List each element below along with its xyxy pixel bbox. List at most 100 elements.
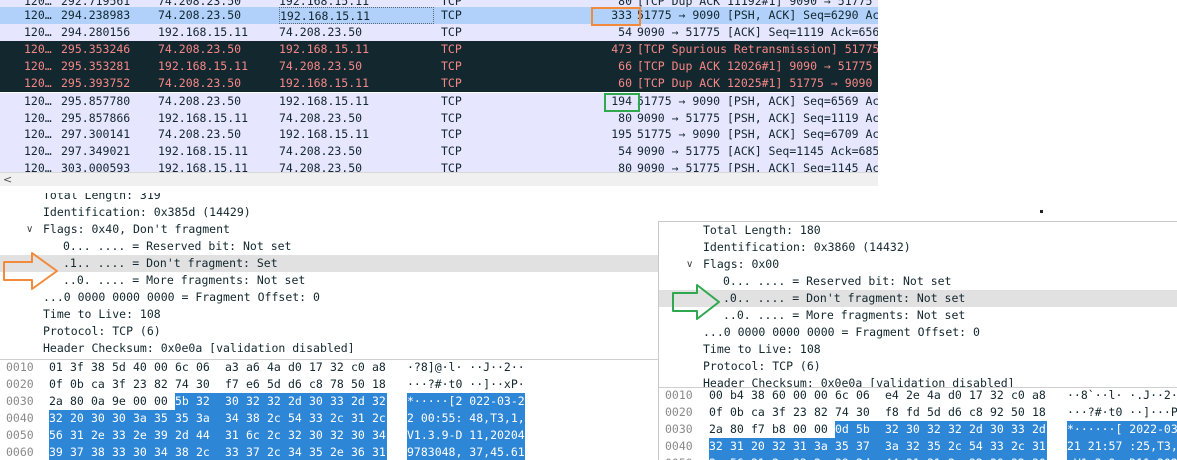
packet-row[interactable]: 120… 295.393752 74.208.23.50 192.168.15.11 T… [0, 75, 878, 92]
detail-row[interactable]: Time to Live: 108 [0, 306, 660, 323]
packet-row[interactable]: 120… 294.238983 74.208.23.50 192.168.15.11 T… [0, 7, 878, 24]
hex-row[interactable]: 0040 32 31 20 32 31 3a 35 37 3a 32 35 2c 54 33 2c 31 21 2… [659, 438, 1177, 455]
detail-row[interactable]: 0... .... = Reserved bit: Not set [0, 238, 660, 255]
hex-byte: 2d [175, 427, 196, 444]
hex-ascii: *·····[2 022-03-2 [407, 393, 525, 410]
detail-row[interactable]: Identification: 0x3860 (14432) [659, 239, 1177, 256]
hex-byte: 33 [112, 444, 133, 460]
packet-row[interactable]: 120… 303.000593 192.168.15.11 74.208.23.50 T… [0, 160, 878, 172]
packet-proto-cell: TCP [441, 8, 462, 22]
hex-row[interactable]: 0050 56 31 2e 33 2e 39 2d 44 31 6c 2c 32 30 32 30 34 V1.3… [0, 427, 660, 444]
cursor-dot [1040, 210, 1043, 213]
packet-dst-cell: 74.208.23.50 [279, 161, 363, 172]
hex-byte: 17 [969, 388, 983, 402]
hex-byte: 2d [351, 393, 372, 410]
hex-byte: 00 [709, 388, 723, 402]
hex-byte: 5d [267, 377, 281, 391]
packet-info-cell: 51775 → 9090 [PSH, ACK] Seq=6290 Ack [637, 8, 878, 22]
detail-row[interactable]: Protocol: TCP (6) [659, 358, 1177, 375]
hex-byte: 30 [856, 405, 870, 419]
packet-row[interactable]: 120… 294.280156 192.168.15.11 74.208.23.50 T… [0, 24, 878, 41]
expand-chevron-icon[interactable]: ∨ [26, 221, 33, 238]
detail-row[interactable]: ∨ Flags: 0x40, Don't fragment [0, 221, 660, 238]
detail-text: Total Length: 319 [43, 193, 161, 202]
hex-byte: 30 [309, 427, 330, 444]
hex-byte: 3a [885, 438, 906, 455]
detail-row[interactable]: ∨ Flags: 0x00 [659, 256, 1177, 273]
detail-row[interactable]: Time to Live: 108 [659, 341, 1177, 358]
hex-byte: 3f [772, 405, 786, 419]
detail-row[interactable]: Total Length: 319 [0, 193, 660, 204]
packet-proto-cell: TCP [441, 94, 462, 108]
packet-bytes-pane-right[interactable]: 0010 00 b4 38 60 00 00 6c 06 e4 2e 4a d0 17 32 c0 a8 ··8`… [659, 387, 1177, 460]
packet-row[interactable]: 120… 297.300141 74.208.23.50 192.168.15.11 T… [0, 126, 878, 143]
hex-byte: 06 [856, 388, 870, 402]
hex-byte: 33 [309, 410, 330, 427]
packet-time-cell: 294.238983 [61, 8, 131, 22]
detail-text: ..0. .... = More fragments: Not set [723, 308, 966, 322]
hex-row[interactable]: 0010 01 3f 38 5d 40 00 6c 06 a3 a6 4a d0 17 32 c0 a8 ·?8]… [0, 360, 660, 376]
packet-details-pane-right[interactable]: Total Length: 180 Identification: 0x3860 … [659, 222, 1177, 387]
hex-row[interactable]: 0040 32 20 30 30 3a 35 35 3a 34 38 2c 54 33 2c 31 2c 2 00… [0, 410, 660, 427]
detail-row[interactable]: ..0. .... = More fragments: Not set [0, 272, 660, 289]
hex-byte: 31 [1032, 438, 1047, 455]
packet-bytes-pane[interactable]: 0010 01 3f 38 5d 40 00 6c 06 a3 a6 4a d0 17 32 c0 a8 ·?8]… [0, 359, 660, 460]
packet-row[interactable]: 120… 295.857780 74.208.23.50 192.168.15.11 T… [0, 93, 878, 110]
hex-byte: 33 [793, 455, 814, 460]
detail-row[interactable]: Header Checksum: 0x0e0a [validation disa… [0, 340, 660, 353]
packet-list[interactable]: 120… 292.719561 74.208.23.50 192.168.15.11 T… [0, 0, 878, 172]
hex-byte: 3f [112, 377, 126, 391]
detail-row[interactable]: Total Length: 180 [659, 222, 1177, 239]
packet-len-cell: 66 [618, 59, 632, 73]
detail-text: .1.. .... = Don't fragment: Set [63, 256, 278, 270]
packet-row[interactable]: 120… 295.857866 192.168.15.11 74.208.23.50 T… [0, 110, 878, 127]
packet-row[interactable]: 120… 295.353281 192.168.15.11 74.208.23.50 T… [0, 58, 878, 75]
packet-len-cell: 80 [618, 111, 632, 125]
hex-byte: 00 [814, 422, 828, 436]
hex-byte: 32 [927, 421, 948, 438]
hex-byte: 39 [835, 455, 856, 460]
hex-byte: 32 [267, 393, 288, 410]
hex-row[interactable]: 00502c56312e332e392d4431312c32303230,V1.… [659, 455, 1177, 460]
packet-no-cell: 120… [24, 144, 52, 158]
hex-byte: a3 [225, 360, 239, 374]
detail-row[interactable]: ..0. .... = More fragments: Not set [659, 307, 1177, 324]
orange-arrow-icon [3, 252, 58, 290]
packet-details-pane[interactable]: Total Length: 319 Identification: 0x385d … [0, 193, 660, 353]
packet-no-cell: 120… [24, 8, 52, 22]
hex-byte: 32 [948, 421, 969, 438]
detail-row[interactable]: 0... .... = Reserved bit: Not set [659, 273, 1177, 290]
detail-text: Time to Live: 108 [703, 342, 821, 356]
hex-byte: 32 [772, 438, 793, 455]
detail-text: Time to Live: 108 [43, 307, 161, 321]
hex-row[interactable]: 0030 2a 80 f7 b8 00 00 0d 5b 32 30 32 32 2d 30 33 2d *···… [659, 421, 1177, 438]
hex-byte: 23 [133, 377, 147, 391]
hex-byte: 2c [372, 410, 387, 427]
hex-row[interactable]: 0060 39 37 38 33 30 34 38 2c 33 37 2c 34 35 2e 36 31 9783… [0, 444, 660, 460]
hex-byte: c8 [969, 405, 983, 419]
packet-row[interactable]: 120… 297.349021 192.168.15.11 74.208.23.50 T… [0, 143, 878, 160]
packet-src-cell: 74.208.23.50 [158, 94, 242, 108]
hex-byte: 0f [49, 377, 63, 391]
hex-row[interactable]: 0020 0f 0b ca 3f 23 82 74 30 f7 e6 5d d6 c8 78 50 18 ···?… [0, 376, 660, 393]
packet-dst-cell: 74.208.23.50 [279, 25, 363, 39]
scroll-left-icon[interactable]: < [3, 173, 12, 186]
packet-list-horizontal-scrollbar[interactable]: < [0, 172, 878, 186]
packet-row[interactable]: 120… 295.353246 74.208.23.50 192.168.15.11 T… [0, 41, 878, 58]
detail-row[interactable]: Protocol: TCP (6) [0, 323, 660, 340]
hex-byte: d6 [288, 377, 302, 391]
detail-row[interactable]: ...0 0000 0000 0000 = Fragment Offset: 0 [659, 324, 1177, 341]
expand-chevron-icon[interactable]: ∨ [686, 256, 693, 273]
hex-row[interactable]: 0010 00 b4 38 60 00 00 6c 06 e4 2e 4a d0 17 32 c0 a8 ··8`… [659, 388, 1177, 404]
hex-byte: a6 [246, 360, 260, 374]
hex-row[interactable]: 0020 0f 0b ca 3f 23 82 74 30 f8 fd 5d d6 c8 92 50 18 ···?… [659, 404, 1177, 421]
detail-row[interactable]: ...0 0000 0000 0000 = Fragment Offset: 0 [0, 289, 660, 306]
hex-ascii: 21 21:57 :25,T3,1 [1067, 438, 1177, 455]
detail-row[interactable]: .1.. .... = Don't fragment: Set [0, 255, 660, 272]
detail-row[interactable]: .0.. .... = Don't fragment: Not set [659, 290, 1177, 307]
hex-byte: 31 [372, 444, 387, 460]
detail-row[interactable]: Header Checksum: 0x0e0a [validation disa… [659, 375, 1177, 387]
hex-row[interactable]: 0030 2a 80 0a 9e 00 00 5b 32 30 32 32 2d 30 33 2d 32 *···… [0, 393, 660, 410]
detail-row[interactable]: Identification: 0x385d (14429) [0, 204, 660, 221]
hex-byte: 2e [133, 427, 154, 444]
